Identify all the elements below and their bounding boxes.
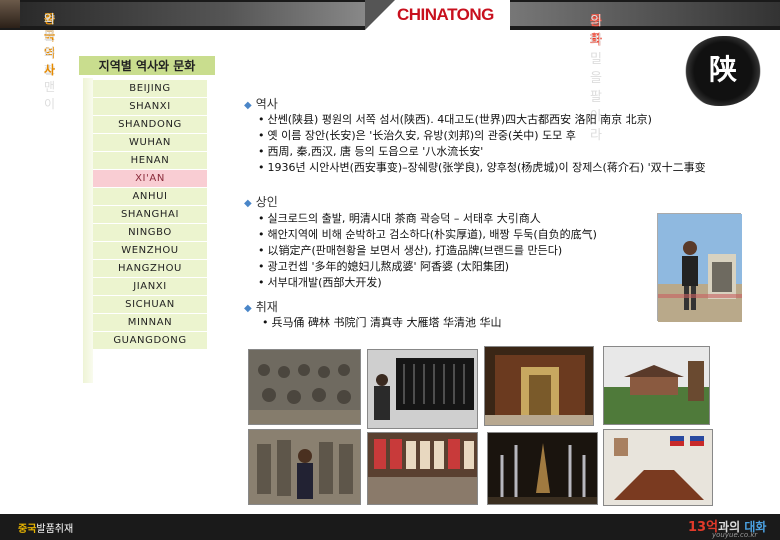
sidebar-item-anhui[interactable]: ANHUI [93,188,207,205]
merchant-heading: ◆ 상인 [244,195,278,209]
region-character: 陕 [708,53,737,86]
sidebar-item-wenzhou[interactable]: WENZHOU [93,242,207,259]
footer-series-label: 중국발품취재 [18,524,74,535]
sidebar-item-minnan[interactable]: MINNAN [93,314,207,331]
attractions-list: 兵马俑 碑林 书院门 清真寺 大雁塔 华清池 华山 [262,315,502,331]
section-bullet-icon: ◆ [244,303,252,314]
forest-of-steles-photo [367,349,478,429]
series-title-banner: 비즈니스맨이 꼭 알아야할 중국역사 와 문화 [20,2,365,111]
logo-area[interactable]: CHINATONG [365,0,510,30]
list-item: 실크로드의 출발, 明清시대 茶商 곽승덕 – 서태후 大引商人 [258,211,597,227]
list-item: 西周, 秦,西汉, 唐 등의 도읍으로 '八水流长安' [258,144,706,160]
bottom-banner: 중국발품취재 13억과의 대화 youyue.co.kr [0,514,780,540]
author-avatar [0,0,20,28]
conference-room-flags-photo [603,429,713,506]
list-item: 兵马俑 碑林 书院门 清真寺 大雁塔 华清池 华山 [262,315,502,331]
list-item: 1936년 시안사변(西安事变)–장쉐량(张学良), 양후청(杨虎城)이 장제스… [258,160,706,176]
list-item: 산쎈(陕县) 평원의 서쪽 섬서(陕西). 4대고도(世界)四大古都西安 洛阳 … [258,112,706,128]
chinatong-logo[interactable]: CHINATONG [397,5,494,25]
sidebar-item-shanxi[interactable]: SHANXI [93,98,207,115]
sidebar-item-guangdong[interactable]: GUANGDONG [93,332,207,349]
temple-garden-photo [603,346,710,425]
fountain-pagoda-photo [487,432,598,505]
history-heading: ◆ 역사 [244,97,278,111]
list-item: 옛 이름 장안(长安)은 '长治久安, 유방(刘邦)의 관중(关中) 도모 후 [258,128,706,144]
section-bullet-icon: ◆ [244,100,252,111]
sidebar-item-hangzhou[interactable]: HANGZHOU [93,260,207,277]
merchant-list: 실크로드의 출발, 明清시대 茶商 곽승덕 – 서태후 大引商人 해안지역에 비… [258,211,597,291]
sidebar-item-henan[interactable]: HENAN [93,152,207,169]
person-at-landmark-photo [657,213,742,322]
footer-url[interactable]: youyue.co.kr [712,531,757,539]
sidebar-shadow [83,78,93,383]
terracotta-visitors-photo [248,429,361,505]
sidebar-item-xian[interactable]: XI'AN [93,170,207,187]
calligraphy-market-photo [367,432,478,505]
region-calligraphy-badge: 陕 [680,30,766,110]
mosque-hall-photo [484,346,594,426]
sidebar-item-sichuan[interactable]: SICHUAN [93,296,207,313]
list-item: 以销定产(판매현황을 보면서 생산), 打造品牌(브랜드를 만든다) [258,243,597,259]
list-item: 해안지역에 비해 순박하고 검소하다(朴实厚道), 배짱 두둑(自负的底气) [258,227,597,243]
top-banner: 비즈니스맨이 꼭 알아야할 중국역사 와 문화 CHINATONG 중국 문화 의 비… [0,0,780,143]
sidebar-item-beijing[interactable]: BEIJING [93,80,207,97]
sidebar-item-shandong[interactable]: SHANDONG [93,116,207,133]
terracotta-warriors-pit-photo [248,349,361,425]
sidebar-item-wuhan[interactable]: WUHAN [93,134,207,151]
section-bullet-icon: ◆ [244,198,252,209]
region-nav: BEIJING SHANXI SHANDONG WUHAN HENAN XI'A… [93,80,207,350]
list-item: 서부대개발(西部大开发) [258,275,597,291]
attractions-heading: ◆ 취재 [244,300,278,314]
sidebar-item-ningbo[interactable]: NINGBO [93,224,207,241]
list-item: 광고컨셉 '多年的媳妇儿熬成婆' 阿香婆 (太阳集团) [258,259,597,275]
sidebar-item-shanghai[interactable]: SHANGHAI [93,206,207,223]
history-list: 산쎈(陕县) 평원의 서쪽 섬서(陕西). 4대고도(世界)四大古都西安 洛阳 … [258,112,706,176]
tagline-banner: 중국 문화 의 비밀을 팔아라 [510,2,780,143]
sidebar-item-jianxi[interactable]: JIANXI [93,278,207,295]
sidebar-title: 지역별 역사와 문화 [79,56,215,77]
